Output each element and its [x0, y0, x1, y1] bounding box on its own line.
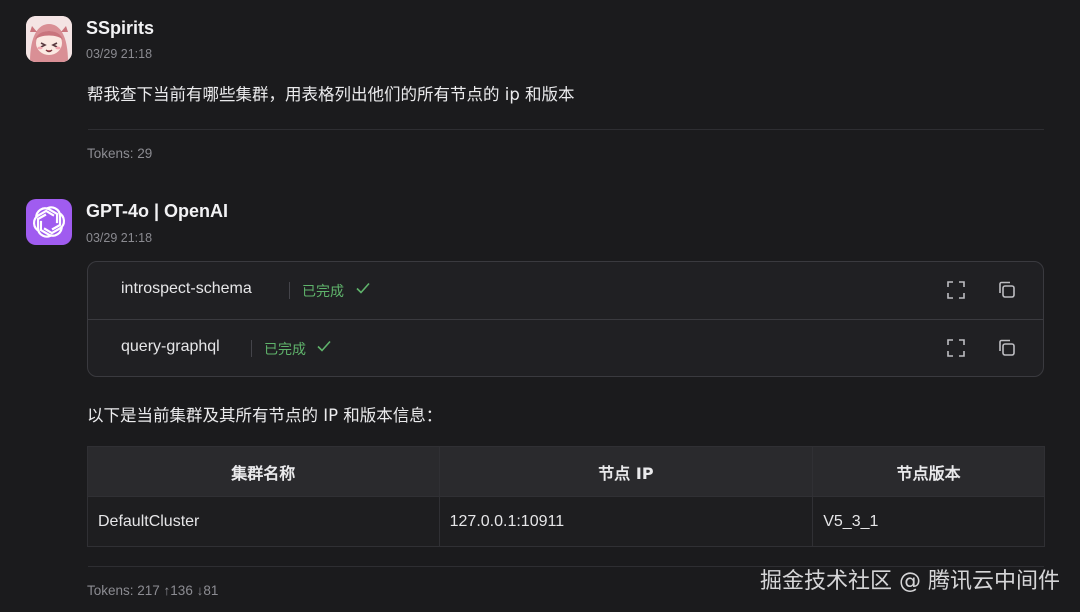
table-cell: DefaultCluster — [87, 496, 440, 547]
tool-call-name: query-graphql — [121, 338, 220, 355]
user-message-text: 帮我查下当前有哪些集群，用表格列出他们的所有节点的 ip 和版本 — [87, 85, 575, 104]
assistant-token-count: Tokens: 217 ↑136 ↓81 — [87, 583, 219, 598]
anime-avatar-icon[interactable] — [26, 16, 72, 62]
user-token-count: Tokens: 29 — [87, 146, 153, 161]
tool-call-status: 已完成 — [264, 342, 306, 358]
user-name: SSpirits — [86, 18, 155, 38]
tool-call-name: introspect-schema — [121, 280, 252, 297]
copy-icon[interactable] — [996, 337, 1018, 359]
table-cell: 127.0.0.1:10911 — [438, 496, 814, 547]
expand-icon[interactable] — [945, 337, 967, 359]
table-row: DefaultCluster 127.0.0.1:10911 V5_3_1 — [87, 496, 1045, 547]
cluster-nodes-table: 集群名称 节点 IP 节点版本 DefaultCluster 127.0.0.1… — [87, 446, 1045, 547]
table-header-row: 集群名称 节点 IP 节点版本 — [87, 446, 1045, 497]
tool-call-separator — [289, 282, 290, 299]
tool-call-row[interactable]: query-graphql 已完成 — [88, 319, 1043, 377]
assistant-message: GPT-4o | OpenAI 03/29 21:18 — [26, 180, 1044, 612]
column-header: 节点 IP — [438, 446, 814, 497]
tool-call-status: 已完成 — [302, 284, 344, 300]
check-icon — [356, 282, 370, 294]
openai-logo-icon[interactable] — [26, 199, 72, 245]
column-header: 节点版本 — [812, 446, 1045, 497]
check-icon — [317, 340, 331, 352]
table-cell: V5_3_1 — [812, 496, 1045, 547]
user-timestamp: 03/29 21:18 — [86, 47, 153, 61]
assistant-timestamp: 03/29 21:18 — [86, 231, 153, 245]
copy-icon[interactable] — [996, 279, 1018, 301]
assistant-message-text: 以下是当前集群及其所有节点的 IP 和版本信息： — [87, 406, 443, 425]
tool-call-row[interactable]: introspect-schema 已完成 — [88, 262, 1043, 319]
tool-call-separator — [251, 340, 252, 357]
tool-calls-list: introspect-schema 已完成 query-graphql 已完成 — [87, 261, 1044, 377]
assistant-name: GPT-4o | OpenAI — [86, 201, 229, 221]
message-divider — [88, 129, 1044, 130]
column-header: 集群名称 — [87, 446, 440, 497]
expand-icon[interactable] — [945, 279, 967, 301]
user-message: SSpirits 03/29 21:18 帮我查下当前有哪些集群，用表格列出他们… — [26, 0, 1044, 180]
watermark: 掘金技术社区 @ 腾讯云中间件 — [760, 569, 1060, 594]
